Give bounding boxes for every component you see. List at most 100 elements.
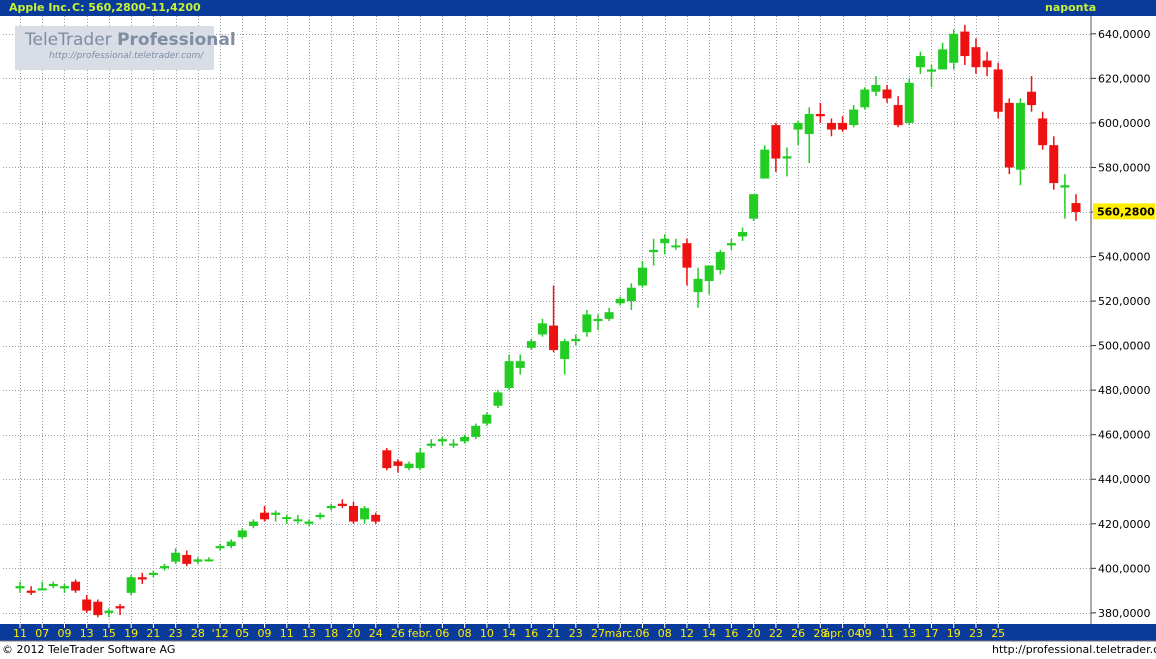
candle (1004, 98, 1014, 175)
y-tick-label: 640,0000 (1098, 28, 1151, 41)
x-tick-label: 19 (947, 627, 961, 640)
candle-body (971, 47, 981, 68)
candle-body (849, 109, 859, 126)
candle (126, 575, 136, 596)
x-tick-label: 23 (969, 627, 983, 640)
candle-body (1038, 118, 1048, 146)
candle-body (471, 425, 481, 437)
x-tick-label: 12 (680, 627, 694, 640)
candlestick-chart: 380,0000 400,0000 420,0000 440,0000 460,0000… (0, 16, 1156, 642)
y-tick-label: 600,0000 (1098, 117, 1151, 130)
x-tick-label: 22 (769, 627, 783, 640)
candle-body (771, 125, 781, 159)
candle-body (182, 554, 192, 564)
x-tick-label: 16 (524, 627, 538, 640)
candle-body (104, 610, 114, 613)
candle-body (126, 577, 136, 593)
candle-body (493, 392, 503, 406)
candle-body (315, 514, 325, 518)
candle-body (749, 194, 759, 219)
candle-body (204, 559, 214, 562)
logo-url: http://professional.teletrader.com/ (49, 51, 204, 61)
x-tick-label: 14 (702, 627, 716, 640)
candle-body (449, 443, 459, 446)
candle-body (115, 606, 125, 609)
candle-body (560, 341, 570, 359)
candle-body (337, 503, 347, 506)
candle-body (271, 512, 281, 515)
candle-body (171, 552, 181, 562)
x-tick-label: 27 (591, 627, 605, 640)
close-price: C: 560,2800 (72, 1, 147, 14)
candle-body (15, 586, 25, 589)
candle-body (59, 586, 69, 589)
candle (493, 390, 503, 408)
candle-body (926, 69, 936, 72)
x-tick-label: 10 (480, 627, 494, 640)
candle-body (649, 249, 659, 253)
candle-body (71, 581, 81, 591)
candle-body (26, 590, 36, 593)
y-tick-label: 580,0000 (1098, 161, 1151, 174)
candle-body (660, 238, 670, 244)
y-tick-label: 400,0000 (1098, 562, 1151, 575)
candle (993, 62, 1003, 119)
candle-body (804, 113, 814, 135)
x-tick-label: 09 (858, 627, 872, 640)
candle-body (637, 267, 647, 286)
candle-body (1004, 102, 1014, 168)
y-tick-label: 460,0000 (1098, 429, 1151, 442)
candle-body (1049, 145, 1059, 184)
x-tick-label: 13 (902, 627, 916, 640)
candle-body (726, 243, 736, 246)
candle (760, 145, 770, 179)
x-tick-label: 06 (435, 627, 449, 640)
x-tick-label: 06 (635, 627, 649, 640)
x-tick-label: 20 (346, 627, 360, 640)
x-tick-label: 26 (391, 627, 405, 640)
x-tick-label: 17 (924, 627, 938, 640)
y-tick-label: 520,0000 (1098, 295, 1151, 308)
x-tick-label: 21 (146, 627, 160, 640)
candle (382, 448, 392, 471)
x-tick-label: 05 (235, 627, 249, 640)
candle-body (938, 49, 948, 70)
chart-header-bar: Apple Inc. C: 560,2800 -11,4200 naponta (0, 0, 1156, 16)
symbol-name: Apple Inc. (9, 1, 71, 14)
x-tick-label: 13 (80, 627, 94, 640)
candle-body (671, 245, 681, 248)
x-tick-label: 15 (102, 627, 116, 640)
candle-body (371, 514, 381, 522)
candle-body (393, 461, 403, 466)
candle-body (571, 338, 581, 342)
last-price-label: 560,2800 (1097, 205, 1155, 218)
candle-body (37, 588, 47, 591)
candle-body (193, 559, 203, 562)
x-tick-label: 23 (569, 627, 583, 640)
candle-body (738, 232, 748, 237)
candle-body (260, 512, 270, 520)
candle-body (615, 298, 625, 304)
candle-body (549, 325, 559, 351)
x-tick-label: 11 (13, 627, 27, 640)
x-tick-label: 19 (124, 627, 138, 640)
y-tick-label: 480,0000 (1098, 384, 1151, 397)
y-tick-label: 540,0000 (1098, 251, 1151, 264)
footer-url[interactable]: http://professional.teletrader.com/ (992, 643, 1156, 656)
candle-body (993, 69, 1003, 112)
candle-body (215, 546, 225, 549)
candle-body (593, 318, 603, 322)
candle-body (860, 89, 870, 108)
logo-brand: TeleTrader Professional (25, 30, 236, 50)
candle-body (893, 105, 903, 126)
x-tick-label: 21 (547, 627, 561, 640)
candle-body (537, 323, 547, 335)
candle-body (326, 505, 336, 509)
plot-area (3, 16, 1091, 624)
candle-body (93, 601, 103, 616)
price-change: -11,4200 (146, 1, 201, 14)
candle-body (693, 278, 703, 293)
candle-body (793, 122, 803, 130)
x-tick-label: 13 (302, 627, 316, 640)
x-tick-label: 08 (458, 627, 472, 640)
